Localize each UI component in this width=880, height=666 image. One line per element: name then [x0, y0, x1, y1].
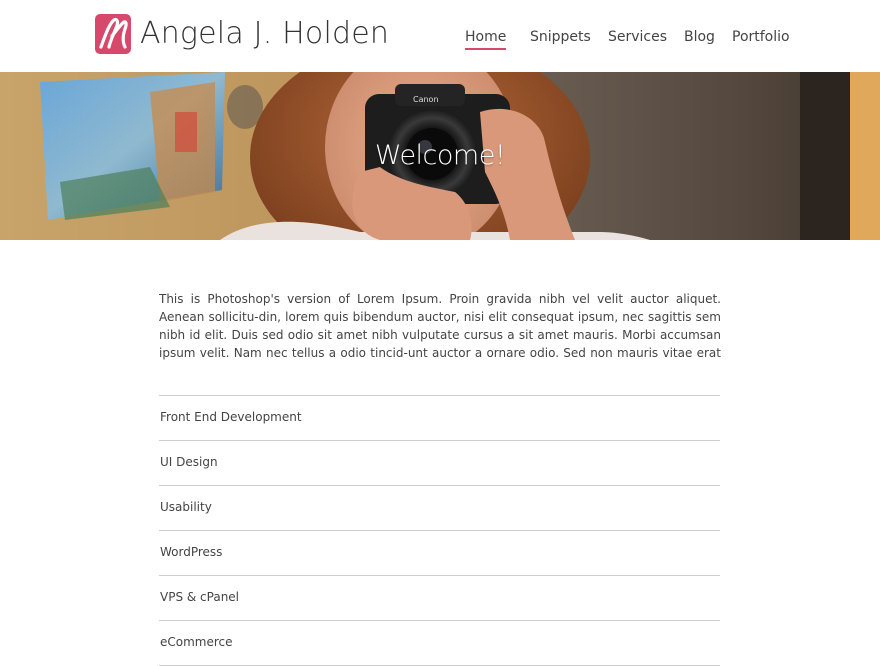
- site-header: Angela J. Holden Home Snippets Services …: [0, 0, 880, 72]
- service-item-ui-design[interactable]: UI Design: [159, 441, 720, 486]
- service-label: WordPress: [160, 545, 223, 559]
- service-item-vps-cpanel[interactable]: VPS & cPanel: [159, 576, 720, 621]
- service-item-usability[interactable]: Usability: [159, 486, 720, 531]
- service-label: UI Design: [160, 455, 218, 469]
- camera-brand-label: Canon: [413, 95, 439, 104]
- nav-item-snippets[interactable]: Snippets: [530, 26, 591, 48]
- nav-item-services[interactable]: Services: [608, 26, 667, 48]
- service-item-ecommerce[interactable]: eCommerce: [159, 621, 720, 666]
- hero-banner: Canon Welcome!: [0, 72, 880, 240]
- nav-item-home[interactable]: Home: [465, 26, 507, 50]
- hero-title: Welcome!: [374, 140, 506, 171]
- services-list: Front End Development UI Design Usabilit…: [159, 395, 720, 666]
- service-item-front-end-development[interactable]: Front End Development: [159, 396, 720, 441]
- service-item-wordpress[interactable]: WordPress: [159, 531, 720, 576]
- nav-item-blog[interactable]: Blog: [684, 26, 715, 48]
- main-nav: Home Snippets Services Blog Portfolio: [0, 26, 880, 50]
- intro-paragraph: This is Photoshop's version of Lorem Ips…: [159, 292, 721, 360]
- service-label: eCommerce: [160, 635, 233, 649]
- service-label: VPS & cPanel: [160, 590, 240, 604]
- service-label: Usability: [160, 500, 212, 514]
- nav-item-portfolio[interactable]: Portfolio: [732, 26, 790, 48]
- service-label: Front End Development: [160, 410, 302, 424]
